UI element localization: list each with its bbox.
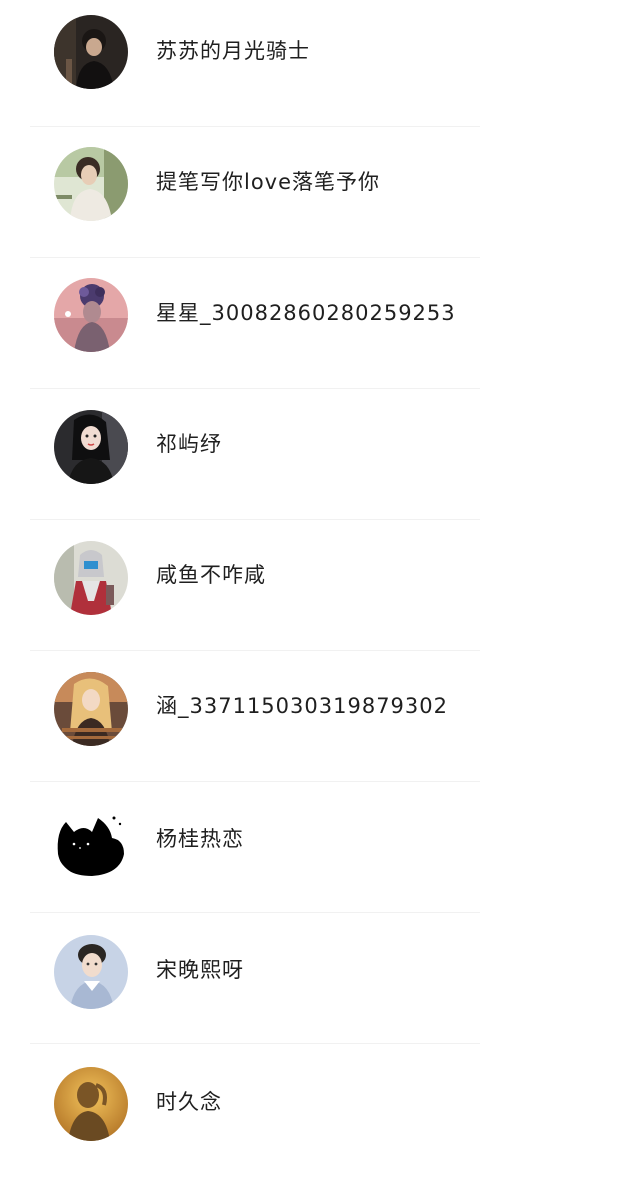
contact-list: 苏苏的月光骑士 提笔写你love落笔予你 星星_3008286028025925… [0, 0, 640, 1170]
avatar-blonde-girl-icon[interactable] [54, 672, 128, 746]
contact-name: 宋晚熙呀 [156, 958, 244, 982]
avatar-boy-outdoor-icon[interactable] [54, 147, 128, 221]
contact-row[interactable]: 涵_33711503031987930​2 [0, 655, 640, 786]
row-divider [30, 257, 480, 258]
contact-row[interactable]: 祁屿纾 [0, 393, 640, 524]
contact-row[interactable]: 宋晚熙呀 [0, 917, 640, 1048]
contact-name: 时久念 [156, 1090, 222, 1114]
contact-name: 咸鱼不咋咸 [156, 563, 266, 587]
contact-name: 祁屿纾 [156, 432, 222, 456]
avatar-silhouette-icon[interactable] [54, 1067, 128, 1141]
contact-row[interactable]: 时久念 [0, 1048, 640, 1179]
avatar-black-cat-icon[interactable] [54, 804, 128, 878]
row-divider [30, 519, 480, 520]
contact-row[interactable]: 提笔写你love落笔予你 [0, 131, 640, 262]
row-divider [30, 650, 480, 651]
contact-name: 星星_30082860280259253 [156, 301, 456, 325]
contact-name: 苏苏的月光骑士 [156, 39, 310, 63]
row-divider [30, 1043, 480, 1044]
avatar-mecha-hero-icon[interactable] [54, 541, 128, 615]
avatar-young-man-icon[interactable] [54, 935, 128, 1009]
avatar-flower-crown-icon[interactable] [54, 278, 128, 352]
contact-row[interactable]: 星星_30082860280259253 [0, 262, 640, 393]
row-divider [30, 912, 480, 913]
contact-name: 提笔写你love落笔予你 [156, 170, 381, 194]
row-divider [30, 388, 480, 389]
contact-name: 杨桂热恋 [156, 827, 244, 851]
row-divider [30, 781, 480, 782]
contact-name: 涵_33711503031987930​2 [156, 694, 448, 718]
contact-row[interactable]: 咸鱼不咋咸 [0, 524, 640, 655]
contact-row[interactable]: 杨桂热恋 [0, 786, 640, 917]
contact-row[interactable]: 苏苏的月光骑士 [0, 0, 640, 131]
row-divider [30, 126, 480, 127]
avatar-girl-black-hair-icon[interactable] [54, 410, 128, 484]
avatar-dark-portrait-icon[interactable] [54, 15, 128, 89]
